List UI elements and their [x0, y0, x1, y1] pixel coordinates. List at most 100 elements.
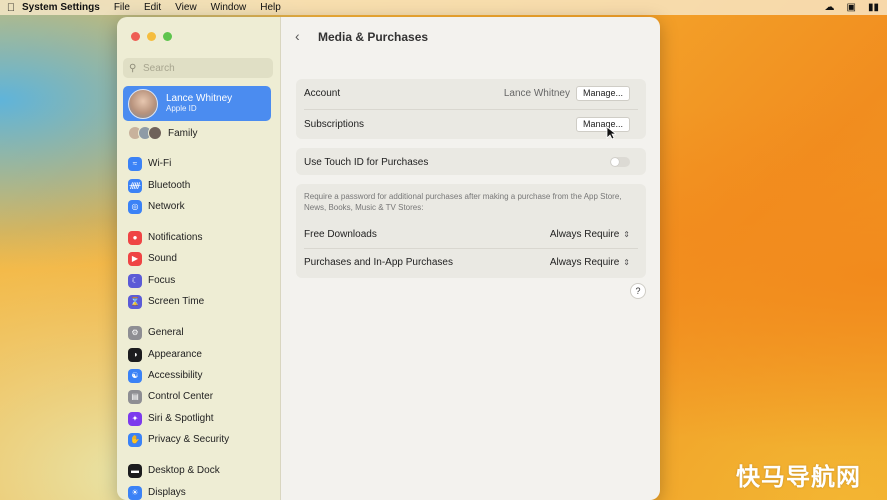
sidebar-item-siri-spotlight[interactable]: ✦ Siri & Spotlight: [128, 410, 214, 427]
close-button[interactable]: [131, 32, 140, 41]
chevron-updown-icon: ⇕: [623, 257, 630, 267]
hand-icon: ✋: [128, 432, 142, 447]
sidebar-item-appearance[interactable]: ◑ Appearance: [128, 346, 202, 363]
user-name: Lance Whitney: [166, 93, 233, 104]
watermark: 快马导航网: [736, 463, 861, 491]
sidebar-item-displays[interactable]: ☀ Displays: [128, 484, 186, 500]
minimize-button[interactable]: [147, 32, 156, 41]
menu-bar:  System Settings File Edit View Window …: [0, 0, 887, 15]
sidebar: ⚲ Search Lance Whitney Apple ID Family ≈…: [117, 17, 281, 500]
sidebar-item-sound[interactable]: ▶ Sound: [128, 250, 177, 267]
sidebar-item-label: Bluetooth: [148, 180, 191, 191]
help-button[interactable]: ?: [630, 283, 646, 299]
sidebar-item-general[interactable]: ⚙ General: [128, 324, 184, 341]
free-downloads-select[interactable]: Always Require ⇕: [550, 229, 630, 240]
globe-icon: ◎: [128, 199, 142, 214]
sidebar-item-family[interactable]: Family: [128, 125, 197, 141]
settings-window: ⚲ Search Lance Whitney Apple ID Family ≈…: [117, 17, 660, 500]
search-field[interactable]: ⚲ Search: [123, 58, 273, 78]
sidebar-item-label: Screen Time: [148, 296, 205, 307]
mouse-cursor-icon: [606, 126, 616, 140]
free-downloads-value: Always Require: [549, 228, 620, 240]
sidebar-item-notifications[interactable]: ● Notifications: [128, 229, 202, 246]
sidebar-item-label: Network: [148, 201, 185, 212]
manage-subscriptions-button[interactable]: Manage...: [575, 116, 630, 132]
divider: [304, 248, 638, 249]
window-controls: [131, 32, 172, 41]
sidebar-item-privacy-security[interactable]: ✋ Privacy & Security: [128, 431, 229, 448]
sidebar-item-control-center[interactable]: ▤ Control Center: [128, 388, 213, 405]
menu-help[interactable]: Help: [260, 2, 281, 13]
account-row: Account Lance Whitney Manage...: [304, 83, 638, 103]
page-title: Media & Purchases: [318, 30, 429, 44]
in-app-purchases-row: Purchases and In-App Purchases Always Re…: [304, 252, 638, 272]
siri-icon: ✦: [128, 411, 142, 426]
control-center-icon: ▤: [128, 389, 142, 404]
hourglass-icon: ⌛: [128, 294, 142, 309]
sidebar-item-focus[interactable]: ☾ Focus: [128, 272, 175, 289]
accessibility-icon: ☯: [128, 368, 142, 383]
apple-menu-icon[interactable]: : [0, 2, 22, 14]
sidebar-item-label: General: [148, 327, 184, 338]
password-group: Require a password for additional purcha…: [296, 184, 646, 278]
sidebar-item-desktop-dock[interactable]: ▬ Desktop & Dock: [128, 462, 220, 479]
sidebar-item-accessibility[interactable]: ☯ Accessibility: [128, 367, 202, 384]
manage-account-button[interactable]: Manage...: [575, 85, 630, 101]
moon-icon: ☾: [128, 273, 142, 288]
account-value: Lance Whitney: [503, 87, 570, 99]
sidebar-item-label: Control Center: [148, 391, 214, 402]
cloud-icon[interactable]: ☁: [825, 2, 835, 13]
touch-id-label: Use Touch ID for Purchases: [304, 156, 429, 168]
divider: [304, 109, 638, 110]
bluetooth-icon: ᚏ: [128, 178, 142, 193]
user-subtitle: Apple ID: [166, 104, 197, 113]
touch-id-toggle[interactable]: [610, 157, 630, 167]
gear-icon: ⚙: [128, 325, 142, 340]
subscriptions-label: Subscriptions: [304, 118, 365, 130]
account-label: Account: [304, 87, 341, 99]
sidebar-item-label: Appearance: [148, 349, 202, 360]
sidebar-item-bluetooth[interactable]: ᚏ Bluetooth: [128, 177, 190, 194]
sidebar-item-label: Desktop & Dock: [148, 465, 220, 476]
touch-id-row: Use Touch ID for Purchases: [304, 152, 638, 172]
menu-app-name[interactable]: System Settings: [22, 2, 100, 13]
sidebar-item-wifi[interactable]: ≈ Wi-Fi: [128, 155, 171, 172]
menu-view[interactable]: View: [175, 2, 197, 13]
search-placeholder: Search: [143, 62, 175, 74]
screen-icon[interactable]: ▣: [847, 2, 856, 13]
menu-edit[interactable]: Edit: [144, 2, 161, 13]
subscriptions-row: Subscriptions Manage...: [304, 114, 638, 134]
menu-file[interactable]: File: [114, 2, 130, 13]
speaker-icon: ▶: [128, 251, 142, 266]
sidebar-item-label: Family: [168, 127, 198, 139]
password-note: Require a password for additional purcha…: [304, 192, 622, 212]
sidebar-item-screen-time[interactable]: ⌛ Screen Time: [128, 293, 204, 310]
touch-id-group: Use Touch ID for Purchases: [296, 148, 646, 175]
sidebar-item-label: Focus: [148, 275, 176, 286]
battery-icon[interactable]: ▮▮: [868, 2, 879, 13]
chevron-updown-icon: ⇕: [623, 229, 630, 239]
account-group: Account Lance Whitney Manage... Subscrip…: [296, 79, 646, 139]
search-icon: ⚲: [129, 62, 137, 74]
sidebar-item-label: Sound: [148, 253, 177, 264]
content-pane: ‹ Media & Purchases Account Lance Whitne…: [281, 17, 660, 500]
toggle-knob: [611, 158, 619, 166]
sidebar-item-network[interactable]: ◎ Network: [128, 198, 185, 215]
bell-icon: ●: [128, 230, 142, 245]
sidebar-item-label: Siri & Spotlight: [148, 413, 214, 424]
in-app-purchases-select[interactable]: Always Require ⇕: [550, 257, 630, 268]
sidebar-item-label: Displays: [148, 487, 186, 498]
free-downloads-row: Free Downloads Always Require ⇕: [304, 224, 638, 244]
sidebar-item-label: Notifications: [148, 232, 203, 243]
in-app-purchases-label: Purchases and In-App Purchases: [304, 256, 453, 268]
avatar: [128, 88, 158, 119]
sidebar-item-apple-id[interactable]: Lance Whitney Apple ID: [123, 86, 271, 121]
sidebar-item-label: Privacy & Security: [148, 434, 230, 445]
back-chevron-icon[interactable]: ‹: [295, 28, 300, 44]
free-downloads-label: Free Downloads: [304, 228, 377, 240]
sidebar-item-label: Wi-Fi: [148, 158, 172, 169]
in-app-purchases-value: Always Require: [549, 256, 620, 268]
wifi-icon: ≈: [128, 156, 142, 171]
zoom-button[interactable]: [163, 32, 172, 41]
menu-window[interactable]: Window: [211, 2, 247, 13]
